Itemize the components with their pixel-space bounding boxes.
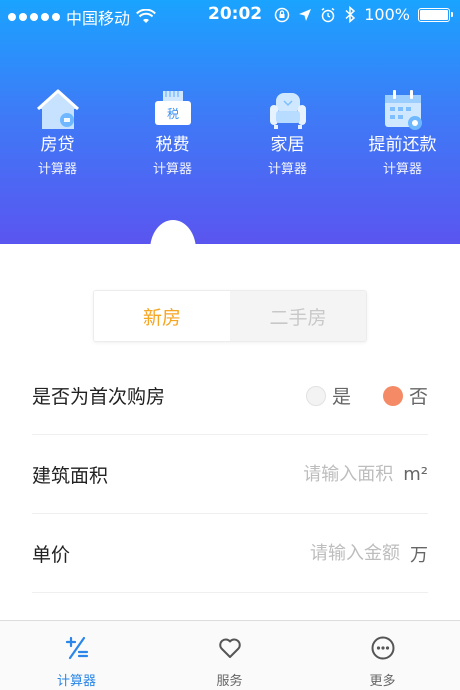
tab-label: 计算器 [56, 674, 96, 689]
radio-checked-icon [382, 385, 403, 406]
area-row: 建筑面积 m² [32, 436, 428, 514]
first-home-no-option[interactable]: 否 [382, 382, 428, 409]
orientation-lock-icon [275, 7, 290, 22]
calc-sublabel: 计算器 [152, 162, 192, 177]
calc-home-furnishing[interactable]: 家居 计算器 [230, 86, 345, 177]
first-home-row: 是否为首次购房 是 否 [32, 357, 428, 435]
carrier-label: 中国移动 [66, 9, 131, 28]
location-icon [299, 8, 312, 21]
calc-tax[interactable]: 税 税费 计算器 [115, 86, 230, 177]
area-input[interactable] [273, 464, 394, 485]
first-home-label: 是否为首次购房 [32, 386, 166, 408]
calendar-icon [384, 90, 422, 130]
more-icon [371, 636, 394, 660]
price-unit: 万 [410, 544, 428, 566]
calc-label: 提前还款 [368, 135, 437, 155]
calc-early-repayment[interactable]: 提前还款 计算器 [345, 86, 460, 177]
clock: 20:02 [208, 4, 263, 24]
tax-badge-text: 税 [166, 107, 178, 121]
segment-second-hand-house[interactable]: 二手房 [230, 291, 366, 341]
bottom-tab-bar: 计算器 服务 更多 [0, 620, 460, 690]
calc-house-loan[interactable]: 房贷 计算器 [0, 86, 115, 177]
house-type-segment: 新房 二手房 [93, 290, 367, 342]
calc-sublabel: 计算器 [382, 162, 422, 177]
area-unit: m² [403, 464, 428, 485]
tab-calculator[interactable]: 计算器 [0, 621, 153, 690]
calculator-icon [65, 636, 88, 660]
first-home-yes-option[interactable]: 是 [305, 382, 351, 409]
battery-percent: 100% [364, 5, 410, 24]
calc-label: 房贷 [40, 135, 75, 155]
area-label: 建筑面积 [32, 465, 109, 487]
tab-label: 服务 [216, 674, 243, 689]
calc-label: 家居 [270, 135, 305, 155]
tab-more[interactable]: 更多 [306, 621, 459, 690]
battery-icon [418, 7, 453, 22]
tab-label: 更多 [369, 674, 396, 689]
signal-strength-icon [8, 13, 60, 21]
bluetooth-icon [345, 6, 356, 23]
tab-services[interactable]: 服务 [153, 621, 306, 690]
alarm-icon [321, 7, 335, 22]
price-input[interactable] [280, 543, 400, 564]
tax-icon: 税 [154, 91, 191, 125]
calc-sublabel: 计算器 [37, 162, 77, 177]
radio-unchecked-icon [305, 385, 326, 406]
radio-label: 是 [331, 386, 351, 408]
calc-label: 税费 [155, 135, 190, 155]
price-row: 单价 万 [32, 515, 428, 593]
status-bar: 中国移动 20:02 100% [0, 0, 460, 30]
house-loan-icon [36, 89, 79, 129]
price-label: 单价 [32, 544, 71, 566]
sofa-icon [269, 93, 306, 129]
first-home-radio-group: 是 否 [284, 382, 428, 409]
segment-new-house[interactable]: 新房 [94, 291, 230, 341]
heart-icon [218, 638, 241, 658]
calc-sublabel: 计算器 [267, 162, 307, 177]
wifi-icon [136, 9, 156, 23]
radio-label: 否 [408, 386, 428, 408]
calculator-shortcuts: 房贷 计算器 税 税费 计算器 家居 计算器 提前还款 计算器 [0, 86, 460, 177]
